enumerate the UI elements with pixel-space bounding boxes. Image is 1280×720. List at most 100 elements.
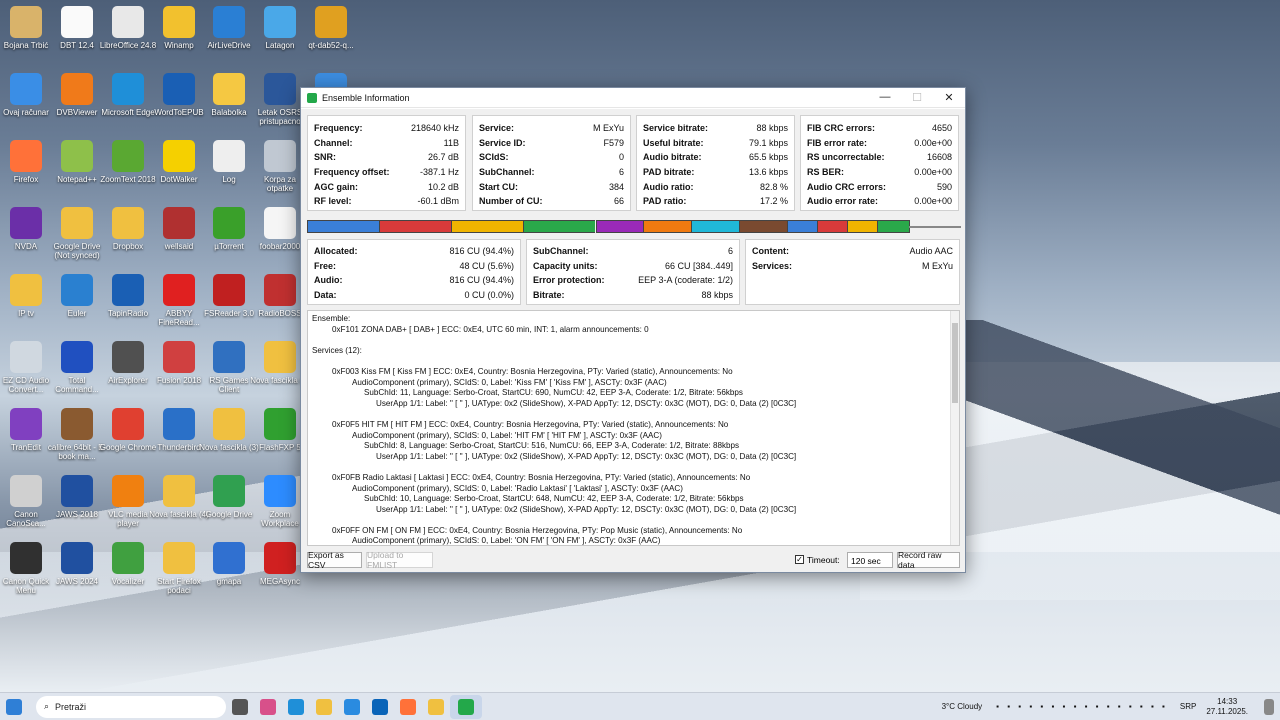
app-icon: [163, 475, 195, 507]
window-title: Ensemble Information: [322, 92, 410, 103]
info-key: Frequency:: [314, 123, 363, 134]
file-explorer-icon[interactable]: [316, 698, 332, 715]
info-value: Audio AAC: [909, 246, 953, 257]
folder-icon[interactable]: [428, 698, 444, 715]
timeout-checkbox[interactable]: ✓: [795, 555, 804, 564]
language-indicator[interactable]: SRP: [1180, 702, 1196, 711]
timeout-spinbox[interactable]: 120 sec: [847, 552, 893, 568]
clock-date: 27.11.2025.: [1206, 706, 1248, 716]
info-key: Audio bitrate:: [643, 152, 702, 163]
task-view-icon[interactable]: [232, 698, 248, 715]
edge-icon[interactable]: [288, 698, 304, 715]
app-icon: [61, 207, 93, 239]
firefox-icon[interactable]: [400, 698, 416, 715]
mux-segment[interactable]: [379, 220, 452, 233]
ensemble-log[interactable]: Ensemble: 0xF101 ZONA DAB+ [ DAB+ ] ECC: …: [307, 310, 960, 546]
info-key: FIB error rate:: [807, 137, 868, 148]
store-icon[interactable]: [344, 698, 360, 715]
app-icon: [163, 73, 195, 105]
info-row: RF level: -60.1 dBm: [308, 194, 465, 209]
clock[interactable]: 14:33 27.11.2025.: [1206, 697, 1248, 717]
export-csv-button[interactable]: Export as CSV: [307, 550, 362, 570]
info-row: Audio CRC errors: 590: [801, 179, 958, 194]
dab-taskbar-button[interactable]: [450, 694, 482, 719]
search-box[interactable]: ⌕ Pretraži: [36, 695, 226, 718]
mux-segment[interactable]: [877, 220, 910, 233]
minimize-button[interactable]: —: [869, 91, 901, 104]
content-panel: Content: Audio AAC Services: M ExYu: [745, 239, 960, 305]
info-key: Service ID:: [479, 137, 526, 148]
info-value: 66 CU [384..449]: [664, 260, 733, 271]
info-key: AGC gain:: [314, 181, 358, 192]
scroll-thumb[interactable]: [952, 323, 958, 403]
log-line: SubChId: 10, Language: Serbo-Croat, Star…: [364, 494, 744, 504]
info-value: 10.2 dB: [427, 181, 459, 192]
start-icon[interactable]: [6, 698, 22, 715]
mux-segment[interactable]: [847, 220, 878, 233]
app-icon: [10, 274, 42, 306]
app-icon: [213, 408, 245, 440]
info-value: 0.00e+00: [914, 167, 952, 178]
upload-fmlist-button: Upload to FMLIST: [366, 550, 433, 570]
mux-segment[interactable]: [643, 220, 692, 233]
title-bar[interactable]: Ensemble Information — ☐ ✕: [301, 88, 965, 108]
mux-segment[interactable]: [817, 220, 848, 233]
info-key: Audio:: [314, 275, 343, 286]
info-row: Frequency: 218640 kHz: [308, 121, 465, 136]
app-icon: [10, 73, 42, 105]
log-line: UserApp 1/1: Label: '' [ '' ], UAType: 0…: [376, 504, 797, 514]
app-icon: [10, 207, 42, 239]
tray-icons[interactable]: ▪ ▪ ▪ ▪ ▪ ▪ ▪ ▪ ▪ ▪ ▪ ▪ ▪ ▪ ▪ ▪: [996, 702, 1168, 711]
app-icon: [213, 475, 245, 507]
info-row: Services: M ExYu: [746, 259, 959, 274]
mux-segment[interactable]: [787, 220, 818, 233]
tuner-panel: Frequency: 218640 kHz Channel: 11B SNR: 26.7 …: [307, 115, 466, 211]
app-icon: [163, 6, 195, 38]
app-icon: [213, 6, 245, 38]
app-icon: [163, 140, 195, 172]
weather-text[interactable]: 3°C Cloudy: [942, 702, 983, 711]
app-icon: [264, 408, 296, 440]
mux-segment[interactable]: [739, 220, 788, 233]
app-icon: [163, 207, 195, 239]
app-icon: [10, 140, 42, 172]
info-value: -387.1 Hz: [419, 167, 459, 178]
info-key: SubChannel:: [479, 167, 535, 178]
mux-segment[interactable]: [451, 220, 524, 233]
mux-segment[interactable]: [691, 220, 740, 233]
app-icon: [112, 140, 144, 172]
info-row: Channel: 11B: [308, 136, 465, 151]
window-body: Frequency: 218640 kHz Channel: 11B SNR: 26.7 …: [301, 109, 965, 572]
taskbar: ⌕ Pretraži 3°C Cloudy ▪ ▪ ▪ ▪ ▪ ▪ ▪ ▪ ▪ …: [0, 692, 1280, 720]
mux-segment[interactable]: [596, 220, 644, 233]
app-icon: [264, 140, 296, 172]
info-key: Number of CU:: [479, 196, 543, 207]
desktop-icon[interactable]: qt-dab52-q...: [301, 6, 361, 72]
info-value: 17.2 %: [759, 196, 788, 207]
copilot-icon[interactable]: [260, 698, 276, 715]
app-icon: [264, 73, 296, 105]
info-value: 0 CU (0.0%): [464, 290, 514, 301]
close-button[interactable]: ✕: [933, 91, 965, 104]
app-icon: [213, 542, 245, 574]
app-icon: [10, 542, 42, 574]
info-value: M ExYu: [921, 260, 953, 271]
info-row: Allocated: 816 CU (94.4%): [308, 244, 520, 259]
info-key: Audio ratio:: [643, 181, 694, 192]
info-value: 4650: [931, 123, 952, 134]
info-key: Service:: [479, 123, 515, 134]
info-key: Free:: [314, 260, 337, 271]
notification-icon[interactable]: [1264, 698, 1274, 715]
outlook-icon[interactable]: [372, 698, 388, 715]
info-row: SubChannel: 6: [527, 244, 739, 259]
mux-segment[interactable]: [523, 220, 596, 233]
log-scrollbar[interactable]: [950, 311, 959, 545]
record-raw-data-button[interactable]: Record raw data: [897, 550, 960, 570]
mux-segment[interactable]: [307, 220, 380, 233]
app-icon: [264, 6, 296, 38]
info-key: Service bitrate:: [643, 123, 709, 134]
log-line: SubChId: 8, Language: Serbo-Croat, Start…: [364, 441, 740, 451]
info-value: 0.00e+00: [914, 196, 952, 207]
